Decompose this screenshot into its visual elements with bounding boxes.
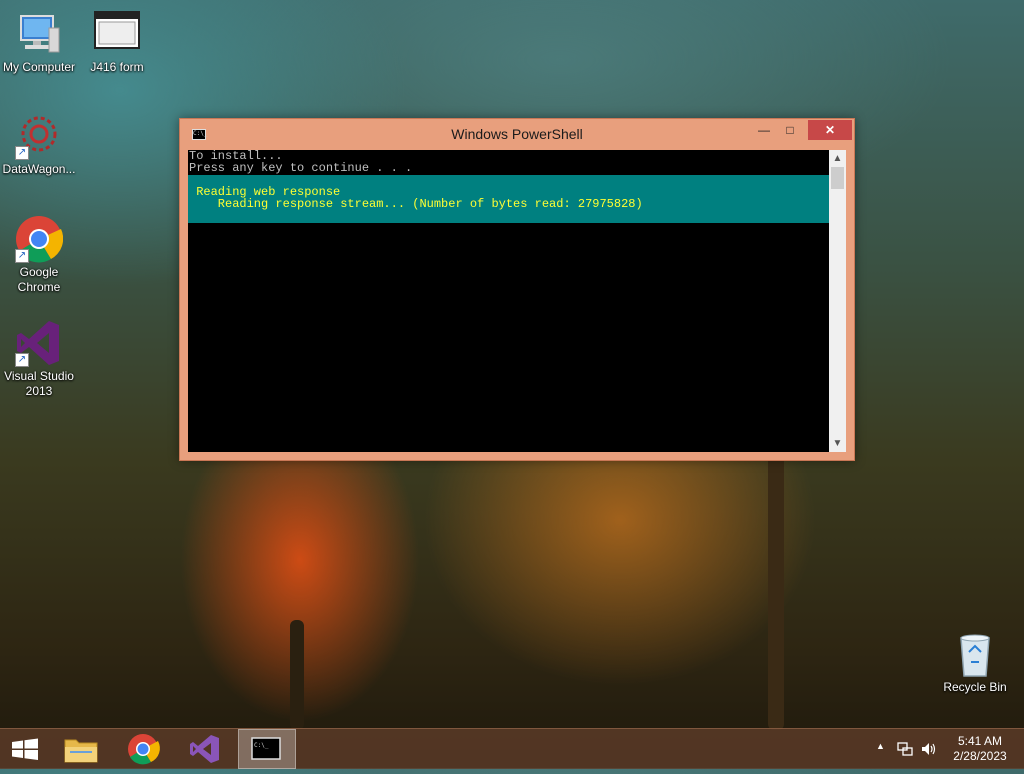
network-icon[interactable] bbox=[897, 741, 913, 757]
console-output[interactable]: To install... Press any key to continue … bbox=[188, 150, 829, 452]
powershell-window[interactable]: C:\_ Windows PowerShell — □ ✕ To install… bbox=[179, 118, 855, 461]
desktop-icon-j416-form[interactable]: J416 form bbox=[78, 10, 156, 75]
system-tray: ▲ bbox=[872, 729, 942, 769]
datawagon-icon: ↗ bbox=[15, 112, 63, 160]
clock-date: 2/28/2023 bbox=[953, 749, 1007, 763]
desktop-icon-label: J416 form bbox=[90, 60, 144, 74]
window-icon bbox=[93, 10, 141, 58]
console-app-icon: C:\_ bbox=[251, 737, 281, 760]
taskbar: C:\_ ▲ 5:41 AM 2/28/2023 bbox=[0, 728, 1024, 769]
taskbar-windows-powershell[interactable]: C:\_ bbox=[238, 729, 296, 769]
desktop-icon-label-line2: Chrome bbox=[17, 280, 61, 294]
desktop-icon-datawagon[interactable]: ↗ DataWagon... bbox=[0, 112, 78, 177]
start-button[interactable] bbox=[0, 729, 50, 769]
computer-icon bbox=[15, 10, 63, 58]
svg-text:C:\_: C:\_ bbox=[254, 742, 269, 749]
progress-block: Reading web response Reading response st… bbox=[188, 175, 829, 223]
folder-icon bbox=[64, 739, 98, 763]
maximize-button[interactable]: □ bbox=[777, 120, 803, 140]
desktop-icon-google-chrome[interactable]: ↗ Google Chrome bbox=[0, 215, 78, 295]
scroll-up-arrow-icon[interactable]: ▲ bbox=[829, 150, 846, 167]
chrome-icon bbox=[128, 734, 160, 765]
taskbar-visual-studio[interactable] bbox=[180, 729, 230, 769]
shortcut-arrow-icon: ↗ bbox=[15, 353, 29, 367]
shortcut-arrow-icon: ↗ bbox=[15, 249, 29, 263]
window-titlebar[interactable]: C:\_ Windows PowerShell — □ ✕ bbox=[180, 119, 854, 149]
visual-studio-icon: ↗ bbox=[15, 319, 63, 367]
wallpaper-stem-right bbox=[768, 450, 784, 730]
show-hidden-icons-icon[interactable]: ▲ bbox=[876, 741, 885, 751]
vertical-scrollbar[interactable]: ▲ ▼ bbox=[829, 150, 846, 452]
windows-logo-icon bbox=[12, 738, 38, 760]
minimize-button[interactable]: — bbox=[751, 120, 777, 140]
desktop-icon-label-line1: Google bbox=[19, 265, 59, 279]
taskbar-clock[interactable]: 5:41 AM 2/28/2023 bbox=[944, 734, 1016, 764]
wallpaper-stem-left bbox=[290, 620, 304, 730]
console-line: Press any key to continue . . . bbox=[189, 161, 413, 175]
volume-icon[interactable] bbox=[920, 741, 938, 757]
shortcut-arrow-icon: ↗ bbox=[15, 146, 29, 160]
desktop-icon-label-line1: Visual Studio bbox=[4, 369, 74, 383]
desktop-icon-label: Recycle Bin bbox=[943, 680, 1007, 694]
recycle-bin-icon bbox=[951, 630, 999, 678]
chrome-icon: ↗ bbox=[15, 215, 64, 263]
visual-studio-icon bbox=[190, 735, 219, 763]
scrollbar-thumb[interactable] bbox=[831, 167, 844, 189]
desktop-icon-label: DataWagon... bbox=[2, 162, 76, 176]
desktop-icon-visual-studio[interactable]: ↗ Visual Studio 2013 bbox=[0, 319, 78, 399]
scroll-down-arrow-icon[interactable]: ▼ bbox=[829, 435, 846, 452]
desktop-icon-recycle-bin[interactable]: Recycle Bin bbox=[936, 630, 1014, 695]
close-button[interactable]: ✕ bbox=[808, 120, 852, 140]
desktop-icon-my-computer[interactable]: My Computer bbox=[0, 10, 78, 75]
taskbar-file-explorer[interactable] bbox=[56, 729, 106, 769]
desktop-icon-label: My Computer bbox=[2, 60, 76, 74]
clock-time: 5:41 AM bbox=[957, 734, 1003, 748]
desktop-icon-label-line2: 2013 bbox=[25, 384, 53, 398]
taskbar-google-chrome[interactable] bbox=[118, 729, 168, 769]
progress-status: Reading response stream... (Number of by… bbox=[189, 197, 643, 211]
